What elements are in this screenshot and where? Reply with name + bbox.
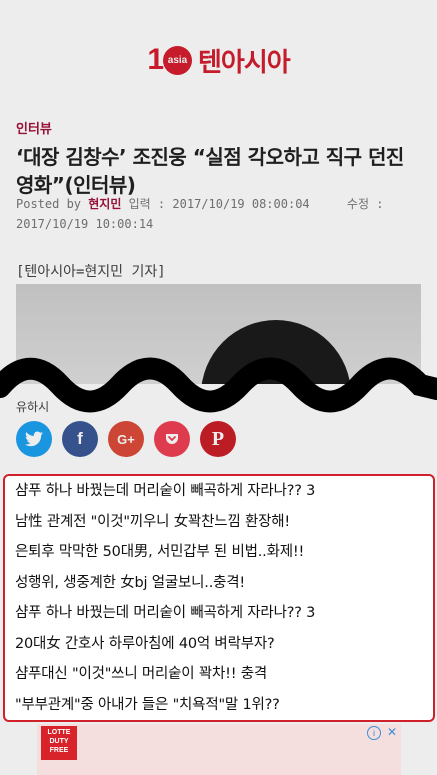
ad-link[interactable]: 은퇴후 막막한 50대男, 서민갑부 된 비법..화제!! (5, 537, 433, 568)
facebook-icon: f (77, 429, 83, 448)
article-meta: Posted by 현지민 입력 : 2017/10/19 08:00:04 수… (16, 194, 426, 234)
input-label: 입력 : (128, 197, 166, 211)
article-title: ‘대장 김창수’ 조진웅 “실점 각오하고 직구 던진 영화”(인터뷰) (16, 145, 404, 197)
twitter-icon (25, 431, 43, 447)
google-plus-icon: G+ (117, 431, 135, 447)
share-buttons: f G+ P (16, 421, 236, 457)
ad-link-list: 샴푸 하나 바꿨는데 머리숱이 빼곡하게 자라나?? 3 남性 관계전 "이것"… (5, 476, 433, 720)
ad-link[interactable]: 남性 관계전 "이것"끼우니 女꽉찬느낌 환장해! (5, 507, 433, 538)
site-logo[interactable]: 1 asia 텐아시아 (0, 38, 437, 82)
lotte-duty-free-logo: LOTTE DUTY FREE (41, 726, 77, 760)
input-time: 2017/10/19 08:00:04 (172, 197, 310, 211)
modified-label: 수정 : (346, 197, 384, 211)
ad-link[interactable]: 샴푸 하나 바꿨는데 머리숱이 빼곡하게 자라나?? 3 (5, 476, 433, 507)
ad-link[interactable]: 샴푸대신 "이것"쓰니 머리숱이 꽉차!! 충격 (5, 659, 433, 690)
modified-time: 2017/10/19 10:00:14 (16, 217, 154, 231)
article-byline: [텐아시아=현지민 기자] (16, 264, 166, 280)
info-icon[interactable]: i (367, 726, 381, 740)
ad-link[interactable]: 성행위, 생중계한 女bj 얼굴보니..충격! (5, 568, 433, 599)
logo-number: 1 (147, 43, 164, 76)
google-plus-share-button[interactable]: G+ (108, 421, 144, 457)
section-label[interactable]: 인터뷰 (16, 118, 52, 137)
pocket-icon (166, 434, 178, 444)
ad-link[interactable]: 20대女 간호사 하루아침에 40억 벼락부자? (5, 629, 433, 660)
pinterest-share-button[interactable]: P (200, 421, 236, 457)
twitter-share-button[interactable] (16, 421, 52, 457)
ad-link[interactable]: 샴푸 하나 바꿨는데 머리숱이 빼곡하게 자라나?? 3 (5, 598, 433, 629)
logo-text: 텐아시아 (198, 47, 291, 78)
pinterest-icon: P (211, 427, 225, 450)
pocket-share-button[interactable] (154, 421, 190, 457)
logo-badge: 1 asia (147, 45, 192, 75)
ad-link[interactable]: "부부관계"중 아내가 들은 "치욕적"말 1위?? (5, 690, 433, 721)
ad-popup: 샴푸 하나 바꿨는데 머리숱이 빼곡하게 자라나?? 3 남性 관계전 "이것"… (3, 474, 435, 722)
close-icon[interactable]: ✕ (387, 725, 397, 739)
author-link[interactable]: 현지민 (88, 197, 121, 211)
logo-badge-circle: asia (163, 45, 192, 75)
torn-edge-divider (0, 357, 437, 413)
facebook-share-button[interactable]: f (62, 421, 98, 457)
bottom-banner-ad[interactable]: LOTTE DUTY FREE i ✕ (37, 724, 401, 775)
posted-by-label: Posted by (16, 197, 82, 211)
